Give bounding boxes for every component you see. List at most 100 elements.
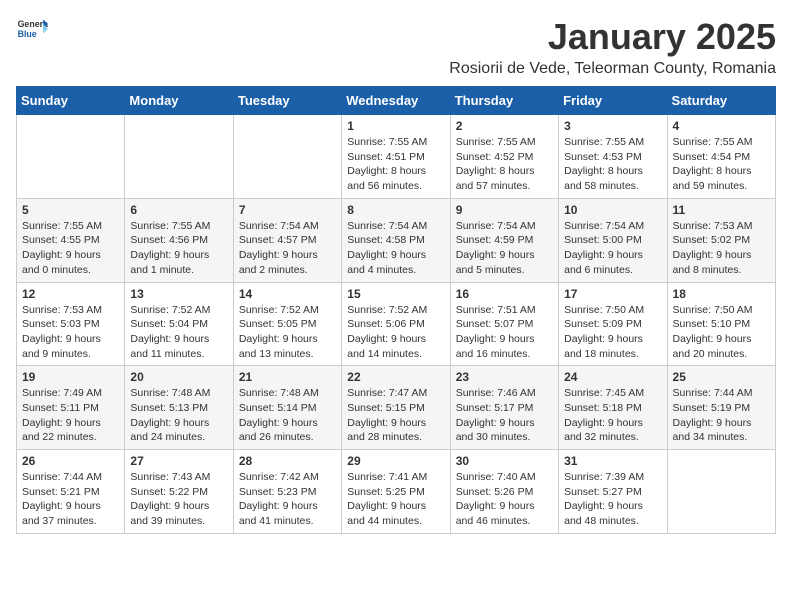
- day-info: Sunrise: 7:55 AM Sunset: 4:52 PM Dayligh…: [456, 135, 553, 194]
- day-info: Sunrise: 7:40 AM Sunset: 5:26 PM Dayligh…: [456, 470, 553, 529]
- calendar-cell: 7 Sunrise: 7:54 AM Sunset: 4:57 PM Daylig…: [233, 198, 341, 282]
- calendar-cell: [17, 115, 125, 199]
- week-row-3: 12 Sunrise: 7:53 AM Sunset: 5:03 PM Dayli…: [17, 282, 776, 366]
- calendar-cell: 22Sunrise: 7:47 AM Sunset: 5:15 PM Dayli…: [342, 366, 450, 450]
- calendar-cell: 11Sunrise: 7:53 AM Sunset: 5:02 PM Dayli…: [667, 198, 775, 282]
- day-number: 7: [239, 203, 336, 217]
- day-info: Sunrise: 7:55 AM Sunset: 4:54 PM Dayligh…: [673, 135, 770, 194]
- day-info: Sunrise: 7:54 AM Sunset: 4:57 PM Dayligh…: [239, 219, 336, 278]
- day-info: Sunrise: 7:52 AM Sunset: 5:04 PM Dayligh…: [130, 303, 227, 362]
- day-number: 3: [564, 119, 661, 133]
- day-info: Sunrise: 7:42 AM Sunset: 5:23 PM Dayligh…: [239, 470, 336, 529]
- day-number: 23: [456, 370, 553, 384]
- day-number: 2: [456, 119, 553, 133]
- day-number: 5: [22, 203, 119, 217]
- day-number: 21: [239, 370, 336, 384]
- day-number: 20: [130, 370, 227, 384]
- day-info: Sunrise: 7:52 AM Sunset: 5:05 PM Dayligh…: [239, 303, 336, 362]
- calendar-cell: 8Sunrise: 7:54 AM Sunset: 4:58 PM Daylig…: [342, 198, 450, 282]
- day-number: 16: [456, 287, 553, 301]
- day-number: 31: [564, 454, 661, 468]
- calendar-title: January 2025: [449, 16, 776, 58]
- day-number: 19: [22, 370, 119, 384]
- day-number: 12: [22, 287, 119, 301]
- day-number: 27: [130, 454, 227, 468]
- calendar-subtitle: Rosiorii de Vede, Teleorman County, Roma…: [449, 60, 776, 78]
- day-number: 4: [673, 119, 770, 133]
- day-info: Sunrise: 7:45 AM Sunset: 5:18 PM Dayligh…: [564, 386, 661, 445]
- calendar-cell: 29 Sunrise: 7:41 AM Sunset: 5:25 PM Dayli…: [342, 450, 450, 534]
- day-info: Sunrise: 7:51 AM Sunset: 5:07 PM Dayligh…: [456, 303, 553, 362]
- day-number: 18: [673, 287, 770, 301]
- day-info: Sunrise: 7:53 AM Sunset: 5:03 PM Dayligh…: [22, 303, 119, 362]
- day-number: 22: [347, 370, 444, 384]
- calendar-cell: 17 Sunrise: 7:50 AM Sunset: 5:09 PM Dayli…: [559, 282, 667, 366]
- day-number: 10: [564, 203, 661, 217]
- calendar-cell: 4 Sunrise: 7:55 AM Sunset: 4:54 PM Daylig…: [667, 115, 775, 199]
- day-number: 11: [673, 203, 770, 217]
- day-number: 24: [564, 370, 661, 384]
- weekday-header-saturday: Saturday: [667, 87, 775, 115]
- weekday-header-friday: Friday: [559, 87, 667, 115]
- calendar-cell: 30 Sunrise: 7:40 AM Sunset: 5:26 PM Dayli…: [450, 450, 558, 534]
- svg-text:Blue: Blue: [18, 29, 37, 39]
- calendar-cell: 6Sunrise: 7:55 AM Sunset: 4:56 PM Daylig…: [125, 198, 233, 282]
- calendar-cell: 10 Sunrise: 7:54 AM Sunset: 5:00 PM Dayli…: [559, 198, 667, 282]
- calendar-cell: 20 Sunrise: 7:48 AM Sunset: 5:13 PM Dayli…: [125, 366, 233, 450]
- calendar-cell: 26 Sunrise: 7:44 AM Sunset: 5:21 PM Dayli…: [17, 450, 125, 534]
- day-number: 25: [673, 370, 770, 384]
- calendar-cell: 23 Sunrise: 7:46 AM Sunset: 5:17 PM Dayli…: [450, 366, 558, 450]
- weekday-header-wednesday: Wednesday: [342, 87, 450, 115]
- day-info: Sunrise: 7:55 AM Sunset: 4:51 PM Dayligh…: [347, 135, 444, 194]
- day-info: Sunrise: 7:44 AM Sunset: 5:21 PM Dayligh…: [22, 470, 119, 529]
- calendar-table: SundayMondayTuesdayWednesdayThursdayFrid…: [16, 86, 776, 534]
- calendar-cell: [125, 115, 233, 199]
- day-info: Sunrise: 7:46 AM Sunset: 5:17 PM Dayligh…: [456, 386, 553, 445]
- weekday-header-sunday: Sunday: [17, 87, 125, 115]
- weekday-header-tuesday: Tuesday: [233, 87, 341, 115]
- week-row-5: 26 Sunrise: 7:44 AM Sunset: 5:21 PM Dayli…: [17, 450, 776, 534]
- day-info: Sunrise: 7:48 AM Sunset: 5:13 PM Dayligh…: [130, 386, 227, 445]
- day-number: 30: [456, 454, 553, 468]
- weekday-header-row: SundayMondayTuesdayWednesdayThursdayFrid…: [17, 87, 776, 115]
- day-number: 17: [564, 287, 661, 301]
- day-info: Sunrise: 7:54 AM Sunset: 4:59 PM Dayligh…: [456, 219, 553, 278]
- calendar-cell: 2 Sunrise: 7:55 AM Sunset: 4:52 PM Daylig…: [450, 115, 558, 199]
- weekday-header-thursday: Thursday: [450, 87, 558, 115]
- calendar-cell: 16 Sunrise: 7:51 AM Sunset: 5:07 PM Dayli…: [450, 282, 558, 366]
- calendar-cell: 19 Sunrise: 7:49 AM Sunset: 5:11 PM Dayli…: [17, 366, 125, 450]
- day-number: 29: [347, 454, 444, 468]
- day-info: Sunrise: 7:43 AM Sunset: 5:22 PM Dayligh…: [130, 470, 227, 529]
- day-info: Sunrise: 7:54 AM Sunset: 5:00 PM Dayligh…: [564, 219, 661, 278]
- day-number: 6: [130, 203, 227, 217]
- calendar-cell: 24 Sunrise: 7:45 AM Sunset: 5:18 PM Dayli…: [559, 366, 667, 450]
- logo-icon: General Blue: [16, 16, 48, 40]
- calendar-cell: [233, 115, 341, 199]
- calendar-cell: 31Sunrise: 7:39 AM Sunset: 5:27 PM Dayli…: [559, 450, 667, 534]
- calendar-cell: 28 Sunrise: 7:42 AM Sunset: 5:23 PM Dayli…: [233, 450, 341, 534]
- calendar-cell: 21Sunrise: 7:48 AM Sunset: 5:14 PM Dayli…: [233, 366, 341, 450]
- day-number: 13: [130, 287, 227, 301]
- day-number: 14: [239, 287, 336, 301]
- day-info: Sunrise: 7:50 AM Sunset: 5:10 PM Dayligh…: [673, 303, 770, 362]
- header: General Blue January 2025 Rosiorii de Ve…: [16, 16, 776, 78]
- day-info: Sunrise: 7:52 AM Sunset: 5:06 PM Dayligh…: [347, 303, 444, 362]
- week-row-1: 1Sunrise: 7:55 AM Sunset: 4:51 PM Daylig…: [17, 115, 776, 199]
- calendar-cell: 1Sunrise: 7:55 AM Sunset: 4:51 PM Daylig…: [342, 115, 450, 199]
- day-info: Sunrise: 7:49 AM Sunset: 5:11 PM Dayligh…: [22, 386, 119, 445]
- day-info: Sunrise: 7:54 AM Sunset: 4:58 PM Dayligh…: [347, 219, 444, 278]
- day-number: 15: [347, 287, 444, 301]
- day-info: Sunrise: 7:50 AM Sunset: 5:09 PM Dayligh…: [564, 303, 661, 362]
- day-number: 26: [22, 454, 119, 468]
- calendar-cell: 12 Sunrise: 7:53 AM Sunset: 5:03 PM Dayli…: [17, 282, 125, 366]
- title-area: January 2025 Rosiorii de Vede, Teleorman…: [449, 16, 776, 78]
- week-row-2: 5Sunrise: 7:55 AM Sunset: 4:55 PM Daylig…: [17, 198, 776, 282]
- weekday-header-monday: Monday: [125, 87, 233, 115]
- day-number: 28: [239, 454, 336, 468]
- calendar-cell: 15 Sunrise: 7:52 AM Sunset: 5:06 PM Dayli…: [342, 282, 450, 366]
- calendar-cell: [667, 450, 775, 534]
- logo: General Blue: [16, 16, 48, 40]
- day-info: Sunrise: 7:41 AM Sunset: 5:25 PM Dayligh…: [347, 470, 444, 529]
- calendar-cell: 25Sunrise: 7:44 AM Sunset: 5:19 PM Dayli…: [667, 366, 775, 450]
- calendar-cell: 27 Sunrise: 7:43 AM Sunset: 5:22 PM Dayli…: [125, 450, 233, 534]
